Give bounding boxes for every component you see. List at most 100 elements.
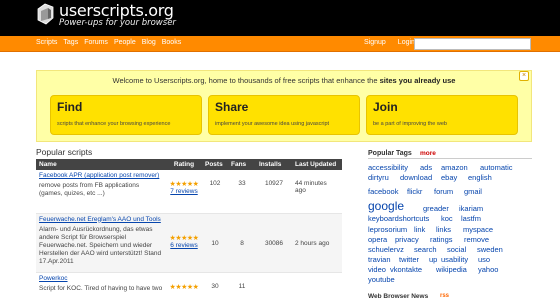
script-link[interactable]: Facebook APR (application post remover) [39, 172, 163, 179]
tag-link[interactable]: twitter [399, 255, 419, 264]
tag-link[interactable]: amazon [441, 163, 468, 172]
tag-link[interactable]: forum [434, 187, 453, 196]
tag-link[interactable]: privacy [395, 235, 419, 244]
nav-tags[interactable]: Tags [63, 39, 78, 46]
tag-link[interactable]: travian [368, 255, 391, 264]
nav-people[interactable]: People [114, 39, 136, 46]
banner-close-icon[interactable]: × [519, 71, 529, 81]
fans-cell: 11 [228, 272, 256, 300]
tag-link[interactable]: keyboardshortcuts [368, 214, 429, 223]
installs-cell: 10927 [256, 170, 292, 214]
column-header[interactable]: Name [36, 159, 166, 170]
nav-books[interactable]: Books [162, 39, 181, 46]
tag-link[interactable]: vkontakte [390, 265, 422, 274]
column-header[interactable]: Rating [166, 159, 202, 170]
tag-link[interactable]: uso [478, 255, 490, 264]
script-link[interactable]: Powerkoc [39, 275, 163, 282]
feature-share-desc: implement your awesome idea using javasc… [215, 121, 330, 127]
popular-scripts-table: Name Rating Posts Fans Installs Last Upd… [36, 159, 342, 300]
browser-news-title: Web Browser News [368, 293, 429, 300]
welcome-text-bold: sites you already use [379, 76, 456, 85]
rating-cell: ★★★★★ 6 reviews [166, 213, 202, 273]
tag-link[interactable]: wikipedia [436, 265, 467, 274]
tag-link[interactable]: ads [420, 163, 432, 172]
tag-link[interactable]: up [429, 255, 437, 264]
tag-link[interactable]: social [447, 245, 466, 254]
tag-link[interactable]: gmail [464, 187, 482, 196]
tag-link[interactable]: google [368, 199, 404, 213]
script-description: Alarm- und Ausrückordnung, das etwas and… [39, 225, 162, 265]
feature-share-title: Share [215, 100, 249, 114]
welcome-text-plain: Welcome to Userscripts.org, home to thou… [112, 76, 380, 85]
header-bar: userscripts.org Power-ups for your brows… [0, 0, 560, 36]
tag-link[interactable]: facebook [368, 187, 398, 196]
tag-link[interactable]: sweden [477, 245, 503, 254]
column-header[interactable]: Posts [202, 159, 228, 170]
rating-stars-icon: ★★★★★ [169, 283, 199, 291]
script-cell: Facebook APR (application post remover) … [36, 170, 166, 214]
tag-link[interactable]: ebay [441, 173, 457, 182]
tag-link[interactable]: link [414, 225, 425, 234]
tag-link[interactable]: dirtyru [368, 173, 389, 182]
nav-forums[interactable]: Forums [84, 39, 108, 46]
rating-cell: ★★★★★ [166, 272, 202, 300]
rating-stars-icon: ★★★★★ [169, 181, 199, 188]
tag-link[interactable]: lastfm [461, 214, 481, 223]
rating-cell: ★★★★★ 7 reviews [166, 170, 202, 214]
feature-join-title: Join [373, 100, 398, 114]
tag-link[interactable]: remove [464, 235, 489, 244]
tag-link[interactable]: automatic [480, 163, 513, 172]
fans-cell: 33 [228, 170, 256, 214]
tag-link[interactable]: schuelervz [368, 245, 404, 254]
signup-link[interactable]: Signup [364, 39, 386, 46]
rating-stars-icon: ★★★★★ [169, 234, 199, 242]
tag-link[interactable]: leprosorium [368, 225, 407, 234]
tag-link[interactable]: greader [423, 204, 449, 213]
feature-join[interactable]: Join be a part of improving the web [366, 95, 518, 135]
feature-share[interactable]: Share implement your awesome idea using … [208, 95, 360, 135]
welcome-banner: Welcome to Userscripts.org, home to thou… [36, 70, 532, 142]
reviews-link[interactable]: 7 reviews [169, 188, 199, 195]
script-cell: Feuerwache.net Ereglam's AAO und Tools A… [36, 213, 166, 273]
posts-cell: 10 [202, 213, 228, 273]
nav-blog[interactable]: Blog [142, 39, 156, 46]
tag-link[interactable]: usability [441, 255, 468, 264]
tag-link[interactable]: links [436, 225, 451, 234]
tags-more-link[interactable]: more [420, 150, 436, 157]
tag-link[interactable]: yahoo [478, 265, 498, 274]
tag-link[interactable]: ratings [430, 235, 453, 244]
tag-link[interactable]: english [468, 173, 492, 182]
installs-cell [256, 272, 292, 300]
tags-divider [368, 158, 532, 159]
rss-link[interactable]: rss [440, 293, 449, 299]
nav-scripts[interactable]: Scripts [36, 39, 57, 46]
tag-link[interactable]: opera [368, 235, 387, 244]
script-description: remove posts from FB applications (games… [39, 182, 140, 197]
tag-link[interactable]: myspace [463, 225, 493, 234]
tag-link[interactable]: accessibility [368, 163, 408, 172]
reviews-link[interactable]: 6 reviews [169, 242, 199, 249]
nav-links: Scripts Tags Forums People Blog Books [36, 39, 181, 46]
search-input[interactable] [414, 38, 531, 50]
posts-cell: 102 [202, 170, 228, 214]
column-header[interactable]: Last Updated [292, 159, 342, 170]
tag-link[interactable]: flickr [407, 187, 422, 196]
site-tagline: Power-ups for your browser [59, 18, 176, 28]
popular-scripts-title: Popular scripts [36, 147, 93, 157]
tag-link[interactable]: koc [441, 214, 453, 223]
tag-link[interactable]: search [414, 245, 437, 254]
posts-cell: 30 [202, 272, 228, 300]
column-header[interactable]: Fans [228, 159, 256, 170]
column-header[interactable]: Installs [256, 159, 292, 170]
userscripts-logo-icon[interactable] [36, 3, 56, 25]
tag-link[interactable]: youtube [368, 275, 395, 284]
tag-link[interactable]: video [368, 265, 386, 274]
script-link[interactable]: Feuerwache.net Ereglam's AAO und Tools [39, 216, 163, 223]
tag-link[interactable]: download [400, 173, 432, 182]
script-cell: Powerkoc Script for KOC. Tired of having… [36, 272, 166, 300]
tag-link[interactable]: ikariam [459, 204, 483, 213]
feature-find[interactable]: Find scripts that enhance your browsing … [50, 95, 202, 135]
login-link[interactable]: Login [398, 39, 415, 46]
feature-join-desc: be a part of improving the web [373, 121, 447, 127]
main-nav: Scripts Tags Forums People Blog Books Si… [0, 36, 560, 52]
